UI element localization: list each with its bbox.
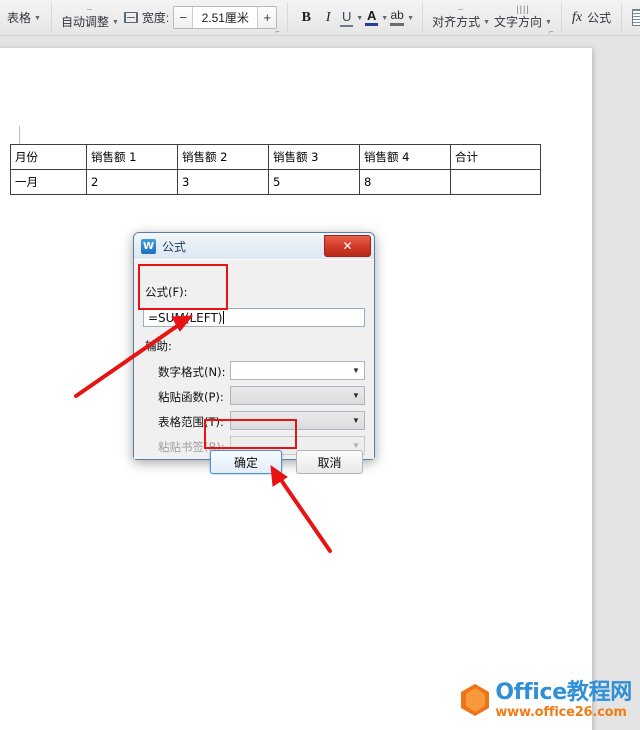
- table-cell[interactable]: 3: [177, 169, 269, 195]
- formula-dialog[interactable]: W 公式 ✕ 公式(F): =SUM(LEFT) 辅助: 数字格式(N): ▼ …: [133, 232, 375, 474]
- text-direction-button[interactable]: |||| 文字方向 ▼: [492, 1, 554, 35]
- highlight-icon: ab: [390, 5, 405, 31]
- watermark-title: Office教程网: [495, 679, 632, 705]
- toolbar-divider: [422, 2, 424, 33]
- bold-button[interactable]: B: [295, 6, 317, 30]
- width-value[interactable]: 2.51厘米: [193, 7, 258, 28]
- table-properties-icon: [632, 9, 640, 26]
- formula-field-label: 公式(F):: [145, 285, 188, 299]
- toolbar-divider: [287, 2, 289, 33]
- width-decrease-button[interactable]: −: [174, 7, 194, 28]
- table-cell[interactable]: 一月: [10, 169, 87, 195]
- watermark-text: Office教程网 www.office26.com: [495, 679, 632, 720]
- wps-writer-icon: W: [141, 238, 156, 254]
- table-cell[interactable]: 2: [86, 169, 178, 195]
- close-icon[interactable]: ✕: [324, 235, 371, 257]
- cancel-button[interactable]: 取消: [296, 450, 363, 474]
- width-label: 宽度:: [141, 11, 170, 25]
- toolbar-item-label: 文字方向: [494, 15, 543, 29]
- width-field-group: 宽度: − 2.51厘米 +: [121, 4, 280, 31]
- italic-button[interactable]: I: [317, 6, 339, 30]
- watermark-url: www.office26.com: [495, 704, 627, 720]
- table-header-cell[interactable]: 销售额 3: [268, 144, 360, 170]
- width-icon: [123, 12, 138, 23]
- toolbar-group-formula: fx 公式: [565, 0, 618, 35]
- chevron-down-icon: ▼: [356, 15, 364, 22]
- font-color-button[interactable]: A ▼: [364, 5, 389, 31]
- formula-button[interactable]: fx 公式: [569, 7, 614, 28]
- width-increase-button[interactable]: +: [257, 7, 277, 28]
- table-cell-total[interactable]: [450, 169, 541, 195]
- table-range-label: 表格范围(T):: [158, 415, 224, 429]
- chevron-down-icon: ▼: [545, 19, 552, 26]
- toolbar-item-label: 公式: [587, 11, 612, 25]
- chevron-down-icon: ▼: [34, 15, 41, 22]
- chevron-down-icon: ▼: [407, 15, 415, 22]
- helper-section-label: 辅助:: [145, 339, 172, 353]
- table-cell[interactable]: 8: [359, 169, 451, 195]
- toolbar-group-font: B I U ▼ A ▼ ab ▼: [291, 0, 419, 35]
- chevron-down-icon: ▼: [381, 15, 389, 22]
- fx-icon: fx: [571, 9, 583, 25]
- paste-function-label: 粘贴函数(P):: [158, 390, 224, 404]
- toolbar-group-right: [625, 0, 640, 35]
- underline-button[interactable]: U ▼: [339, 5, 364, 31]
- chevron-down-icon: ▼: [352, 391, 360, 400]
- align-mode-button[interactable]: ⌣ 对齐方式 ▼: [430, 1, 492, 35]
- toolbar-group-size: ⌣ 自动调整 ▼ 宽度: − 2.51厘米 + ⌐: [55, 0, 284, 36]
- table-row: 一月 2 3 5 8: [10, 169, 541, 195]
- dialog-title: 公式: [162, 239, 187, 254]
- toolbar-item-label: 对齐方式: [432, 15, 481, 29]
- table-header-cell[interactable]: 销售额 2: [177, 144, 269, 170]
- office-logo-icon: [460, 683, 490, 717]
- size-dialog-launcher-icon[interactable]: ⌐: [275, 27, 282, 35]
- dialog-title-bar[interactable]: W 公式 ✕: [134, 233, 374, 259]
- text-cursor: [223, 311, 225, 324]
- number-format-label: 数字格式(N):: [158, 365, 226, 379]
- underline-icon: U: [340, 5, 354, 31]
- chevron-down-icon: ▼: [352, 416, 360, 425]
- table-header-cell[interactable]: 销售额 1: [86, 144, 178, 170]
- ok-button[interactable]: 确定: [210, 450, 282, 474]
- dialog-body: 公式(F): =SUM(LEFT) 辅助: 数字格式(N): ▼ 粘贴函数(P)…: [134, 259, 374, 474]
- auto-fit-button[interactable]: ⌣ 自动调整 ▼: [59, 1, 121, 35]
- toolbar-group-align: ⌣ 对齐方式 ▼ |||| 文字方向 ▼ ⌐: [426, 0, 558, 36]
- text-direction-icon: ||||: [516, 4, 530, 14]
- toolbar-divider: [621, 2, 623, 33]
- ribbon-toolbar: 表格 ▼ ⌣ 自动调整 ▼ 宽度: − 2.51厘米 + ⌐ B I U ▼ A…: [0, 0, 640, 36]
- table-header-cell[interactable]: 月份: [10, 144, 87, 170]
- formula-input[interactable]: =SUM(LEFT): [143, 308, 365, 327]
- paste-function-combo[interactable]: ▼: [230, 386, 365, 405]
- table-header-cell[interactable]: 合计: [450, 144, 541, 170]
- table-properties-button[interactable]: [629, 7, 640, 28]
- font-color-icon: A: [365, 5, 379, 31]
- table-header-row: 月份 销售额 1 销售额 2 销售额 3 销售额 4 合计: [10, 144, 541, 170]
- chevron-down-icon: ▼: [111, 19, 119, 26]
- table-range-combo[interactable]: ▼: [230, 411, 365, 430]
- width-stepper[interactable]: − 2.51厘米 +: [173, 6, 278, 29]
- toolbar-item-label: 自动调整: [60, 15, 109, 29]
- table-cell[interactable]: 5: [268, 169, 360, 195]
- site-watermark: Office教程网 www.office26.com: [460, 678, 632, 722]
- align-dialog-launcher-icon[interactable]: ⌐: [549, 27, 556, 35]
- highlight-button[interactable]: ab ▼: [389, 5, 415, 31]
- chevron-down-icon: ▼: [352, 366, 360, 375]
- table-header-cell[interactable]: 销售额 4: [359, 144, 451, 170]
- formula-input-value: =SUM(LEFT): [148, 310, 223, 325]
- table-style-button[interactable]: 表格 ▼: [4, 7, 44, 28]
- toolbar-divider: [560, 2, 562, 33]
- toolbar-group-table: 表格 ▼: [0, 0, 48, 35]
- toolbar-item-label: 表格: [7, 11, 32, 25]
- sales-table[interactable]: 月份 销售额 1 销售额 2 销售额 3 销售额 4 合计 一月 2 3 5 8: [10, 144, 541, 195]
- chevron-down-icon: ▼: [483, 19, 491, 26]
- table-column-handle[interactable]: [19, 126, 20, 144]
- align-icon: ⌣: [457, 4, 465, 14]
- number-format-combo[interactable]: ▼: [230, 361, 365, 380]
- toolbar-divider: [50, 2, 52, 33]
- auto-fit-icon: ⌣: [86, 4, 94, 14]
